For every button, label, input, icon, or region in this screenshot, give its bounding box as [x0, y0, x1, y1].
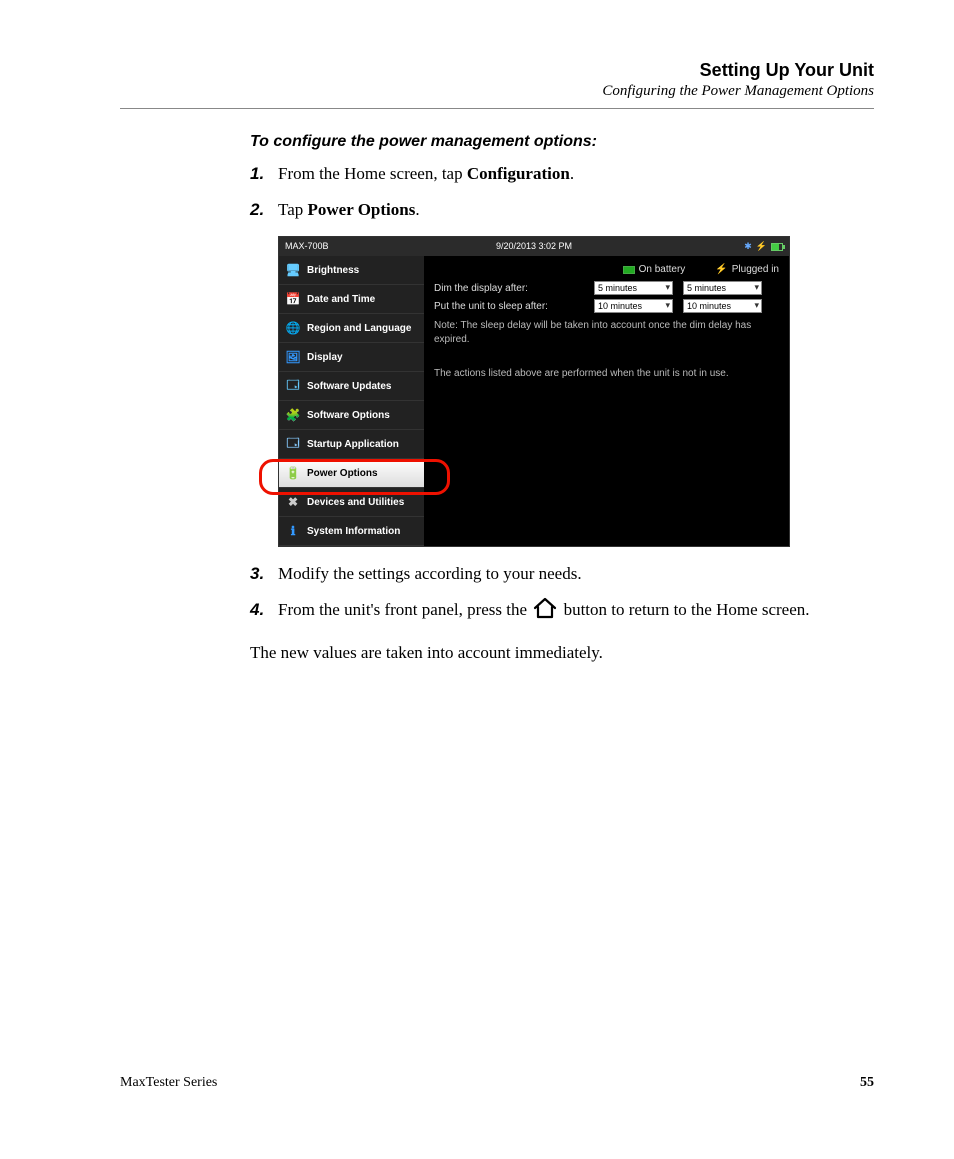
- battery-small-icon: [623, 266, 635, 274]
- titlebar: MAX-700B 9/20/2013 3:02 PM ✱ ⚡: [279, 237, 789, 256]
- task-heading: To configure the power management option…: [250, 133, 874, 151]
- window-icon: 🗔: [285, 436, 301, 452]
- column-plugged-in: ⚡Plugged in: [715, 264, 779, 275]
- update-icon: 🗔: [285, 378, 301, 394]
- image-icon: 🖼: [285, 349, 301, 365]
- settings-panel: On battery ⚡Plugged in Dim the display a…: [424, 256, 789, 546]
- dim-label: Dim the display after:: [434, 283, 584, 294]
- settings-sidebar: 🖥 Brightness 📅 Date and Time 🌐 Region an…: [279, 256, 424, 546]
- step-2: 2. Tap Power Options.: [250, 197, 874, 223]
- plug-icon: ⚡: [715, 264, 727, 275]
- sidebar-item-label: Region and Language: [307, 323, 411, 334]
- sidebar-item-label: Power Options: [307, 468, 378, 479]
- sidebar-item-label: Devices and Utilities: [307, 497, 404, 508]
- sidebar-item-brightness[interactable]: 🖥 Brightness: [279, 256, 424, 285]
- device-screenshot: MAX-700B 9/20/2013 3:02 PM ✱ ⚡ 🖥 Brightn…: [278, 236, 790, 547]
- step-number: 3.: [250, 561, 278, 587]
- sleep-plugged-dropdown[interactable]: 10 minutes: [683, 299, 762, 313]
- battery-mini-icon: [771, 243, 783, 251]
- page-number: 55: [860, 1075, 874, 1091]
- sidebar-item-label: Brightness: [307, 265, 359, 276]
- dim-plugged-dropdown[interactable]: 5 minutes: [683, 281, 762, 295]
- sidebar-item-software-options[interactable]: 🧩 Software Options: [279, 401, 424, 430]
- sleep-battery-dropdown[interactable]: 10 minutes: [594, 299, 673, 313]
- sidebar-item-label: System Information: [307, 526, 400, 537]
- sidebar-item-label: Software Options: [307, 410, 390, 421]
- section-subtitle: Configuring the Power Management Options: [120, 83, 874, 100]
- sidebar-item-devices-utilities[interactable]: ✖ Devices and Utilities: [279, 488, 424, 517]
- step-text: Tap: [278, 200, 308, 219]
- sidebar-item-date-time[interactable]: 📅 Date and Time: [279, 285, 424, 314]
- sidebar-item-label: Date and Time: [307, 294, 375, 305]
- chapter-title: Setting Up Your Unit: [120, 60, 874, 81]
- closing-paragraph: The new values are taken into account im…: [250, 640, 874, 666]
- sidebar-item-label: Software Updates: [307, 381, 391, 392]
- column-on-battery: On battery: [623, 264, 686, 275]
- calendar-icon: 📅: [285, 291, 301, 307]
- sidebar-item-software-updates[interactable]: 🗔 Software Updates: [279, 372, 424, 401]
- step-bold: Power Options: [308, 200, 416, 219]
- step-bold: Configuration: [467, 164, 570, 183]
- battery-icon: 🔋: [285, 465, 301, 481]
- info-icon: ℹ: [285, 523, 301, 539]
- step-1: 1. From the Home screen, tap Configurati…: [250, 161, 874, 187]
- sidebar-item-region-language[interactable]: 🌐 Region and Language: [279, 314, 424, 343]
- step-text-pre: From the unit's front panel, press the: [278, 600, 531, 619]
- step-text: From the Home screen, tap: [278, 164, 467, 183]
- globe-icon: 🌐: [285, 320, 301, 336]
- step-number: 2.: [250, 197, 278, 223]
- sleep-label: Put the unit to sleep after:: [434, 301, 584, 312]
- step-number: 4.: [250, 597, 278, 627]
- sidebar-item-label: Display: [307, 352, 343, 363]
- sidebar-item-display[interactable]: 🖼 Display: [279, 343, 424, 372]
- tools-icon: ✖: [285, 494, 301, 510]
- step-text: Modify the settings according to your ne…: [278, 561, 582, 587]
- step-text-post: button to return to the Home screen.: [564, 600, 810, 619]
- dim-battery-dropdown[interactable]: 5 minutes: [594, 281, 673, 295]
- puzzle-icon: 🧩: [285, 407, 301, 423]
- monitor-icon: 🖥: [285, 262, 301, 278]
- titlebar-status: ✱ ⚡: [744, 241, 783, 252]
- sleep-note: Note: The sleep delay will be taken into…: [434, 319, 779, 347]
- titlebar-datetime: 9/20/2013 3:02 PM: [279, 241, 789, 251]
- step-number: 1.: [250, 161, 278, 187]
- footer-series: MaxTester Series: [120, 1075, 217, 1091]
- sidebar-item-label: Startup Application: [307, 439, 399, 450]
- actions-note: The actions listed above are performed w…: [434, 367, 779, 381]
- plug-mini-icon: ⚡: [756, 241, 767, 252]
- sidebar-item-startup-application[interactable]: 🗔 Startup Application: [279, 430, 424, 459]
- step-4: 4. From the unit's front panel, press th…: [250, 597, 874, 627]
- home-button-icon: [531, 597, 559, 627]
- step-3: 3. Modify the settings according to your…: [250, 561, 874, 587]
- bluetooth-icon: ✱: [744, 241, 752, 252]
- header-divider: [120, 108, 874, 109]
- sidebar-item-system-information[interactable]: ℹ System Information: [279, 517, 424, 546]
- sidebar-item-power-options[interactable]: 🔋 Power Options: [279, 459, 424, 488]
